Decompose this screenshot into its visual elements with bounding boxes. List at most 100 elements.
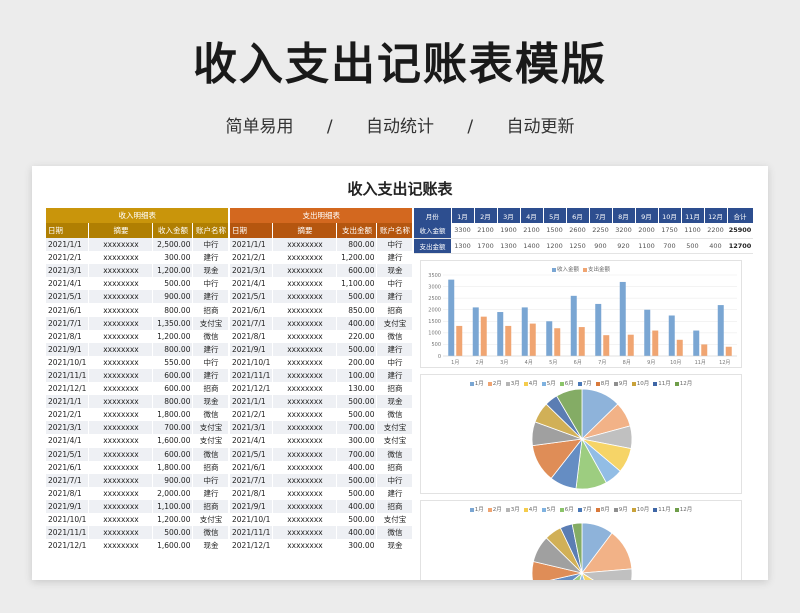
amount-cell[interactable]: 500.00 — [336, 408, 378, 422]
memo-cell[interactable]: xxxxxxxx — [272, 408, 338, 422]
table-row[interactable]: 2021/2/1 xxxxxxxx 1,800.00 微信 — [46, 408, 230, 422]
table-row[interactable]: 2021/9/1 xxxxxxxx 800.00 建行 — [46, 342, 230, 356]
table-row[interactable]: 2021/5/1 xxxxxxxx 600.00 微信 — [46, 447, 230, 461]
summary-cell[interactable]: 1300 — [451, 238, 474, 254]
date-cell[interactable]: 2021/6/1 — [46, 303, 90, 317]
summary-cell[interactable]: 2250 — [589, 223, 612, 239]
date-cell[interactable]: 2021/12/1 — [46, 382, 90, 396]
account-cell[interactable]: 支付宝 — [376, 512, 414, 527]
date-cell[interactable]: 2021/2/1 — [46, 251, 90, 265]
memo-cell[interactable]: xxxxxxxx — [272, 355, 338, 369]
table-row[interactable]: 2021/11/1 xxxxxxxx 400.00 微信 — [230, 526, 414, 540]
summary-cell[interactable]: 3300 — [451, 223, 474, 239]
account-cell[interactable]: 建行 — [192, 251, 230, 265]
date-cell[interactable]: 2021/1/1 — [46, 395, 90, 409]
amount-cell[interactable]: 900.00 — [152, 473, 194, 487]
date-cell[interactable]: 2021/10/1 — [46, 355, 90, 369]
account-cell[interactable]: 微信 — [376, 447, 414, 461]
memo-cell[interactable]: xxxxxxxx — [272, 316, 338, 330]
memo-cell[interactable]: xxxxxxxx — [88, 290, 154, 304]
bar-expense[interactable] — [578, 327, 585, 356]
date-cell[interactable]: 2021/8/1 — [230, 329, 274, 343]
amount-cell[interactable]: 700.00 — [336, 421, 378, 435]
bar-income[interactable] — [693, 330, 700, 356]
bar-expense[interactable] — [676, 339, 683, 356]
bar-expense[interactable] — [652, 330, 659, 356]
table-row[interactable]: 2021/4/1 xxxxxxxx 500.00 中行 — [46, 277, 230, 291]
date-cell[interactable]: 2021/10/1 — [230, 355, 274, 369]
date-cell[interactable]: 2021/1/1 — [46, 238, 90, 252]
date-cell[interactable]: 2021/3/1 — [230, 264, 274, 278]
memo-cell[interactable]: xxxxxxxx — [88, 460, 154, 474]
table-row[interactable]: 2021/8/1 xxxxxxxx 1,200.00 微信 — [46, 329, 230, 343]
amount-cell[interactable]: 1,600.00 — [152, 434, 194, 448]
table-row[interactable]: 2021/8/1 xxxxxxxx 2,000.00 建行 — [46, 486, 230, 500]
bar-income[interactable] — [570, 295, 577, 356]
summary-cell[interactable]: 1500 — [543, 223, 566, 239]
date-cell[interactable]: 2021/4/1 — [46, 434, 90, 448]
table-row[interactable]: 2021/4/1 xxxxxxxx 300.00 支付宝 — [230, 434, 414, 448]
summary-cell[interactable]: 3200 — [612, 223, 635, 239]
account-cell[interactable]: 中行 — [376, 277, 414, 291]
memo-cell[interactable]: xxxxxxxx — [272, 526, 338, 540]
amount-cell[interactable]: 500.00 — [152, 526, 194, 540]
table-row[interactable]: 2021/9/1 xxxxxxxx 1,100.00 招商 — [46, 499, 230, 513]
table-row[interactable]: 2021/6/1 xxxxxxxx 850.00 招商 — [230, 303, 414, 317]
account-cell[interactable]: 现金 — [376, 395, 414, 409]
account-cell[interactable]: 微信 — [192, 329, 230, 343]
table-row[interactable]: 2021/2/1 xxxxxxxx 500.00 微信 — [230, 408, 414, 422]
table-row[interactable]: 2021/12/1 xxxxxxxx 130.00 招商 — [230, 382, 414, 396]
memo-cell[interactable]: xxxxxxxx — [272, 473, 338, 487]
bar-expense[interactable] — [480, 316, 487, 356]
account-cell[interactable]: 微信 — [192, 526, 230, 540]
date-cell[interactable]: 2021/11/1 — [46, 368, 90, 383]
summary-cell[interactable]: 1100 — [635, 238, 658, 254]
amount-cell[interactable]: 400.00 — [336, 526, 378, 540]
memo-cell[interactable]: xxxxxxxx — [272, 486, 338, 500]
amount-cell[interactable]: 300.00 — [336, 434, 378, 448]
summary-total-cell[interactable]: 25900 — [727, 223, 753, 239]
memo-cell[interactable]: xxxxxxxx — [272, 368, 338, 383]
date-cell[interactable]: 2021/6/1 — [230, 303, 274, 317]
table-row[interactable]: 2021/11/1 xxxxxxxx 600.00 建行 — [46, 368, 230, 383]
summary-cell[interactable]: 1750 — [658, 223, 681, 239]
amount-cell[interactable]: 800.00 — [152, 342, 194, 356]
date-cell[interactable]: 2021/12/1 — [230, 382, 274, 396]
bar-income[interactable] — [644, 309, 651, 356]
date-cell[interactable]: 2021/7/1 — [230, 473, 274, 487]
amount-cell[interactable]: 300.00 — [336, 539, 378, 553]
memo-cell[interactable]: xxxxxxxx — [272, 512, 338, 527]
table-row[interactable]: 2021/3/1 xxxxxxxx 1,200.00 现金 — [46, 264, 230, 278]
amount-cell[interactable]: 800.00 — [152, 303, 194, 317]
amount-cell[interactable]: 300.00 — [152, 251, 194, 265]
memo-cell[interactable]: xxxxxxxx — [88, 329, 154, 343]
table-row[interactable]: 2021/11/1 xxxxxxxx 500.00 微信 — [46, 526, 230, 540]
memo-cell[interactable]: xxxxxxxx — [272, 421, 338, 435]
date-cell[interactable]: 2021/2/1 — [230, 408, 274, 422]
memo-cell[interactable]: xxxxxxxx — [88, 434, 154, 448]
table-row[interactable]: 2021/5/1 xxxxxxxx 900.00 建行 — [46, 290, 230, 304]
table-row[interactable]: 2021/8/1 xxxxxxxx 500.00 建行 — [230, 486, 414, 500]
table-row[interactable]: 2021/8/1 xxxxxxxx 220.00 微信 — [230, 329, 414, 343]
date-cell[interactable]: 2021/10/1 — [230, 512, 274, 527]
summary-cell[interactable]: 1250 — [566, 238, 589, 254]
amount-cell[interactable]: 500.00 — [336, 290, 378, 304]
memo-cell[interactable]: xxxxxxxx — [88, 303, 154, 317]
date-cell[interactable]: 2021/8/1 — [230, 486, 274, 500]
date-cell[interactable]: 2021/10/1 — [46, 512, 90, 527]
account-cell[interactable]: 现金 — [376, 539, 414, 553]
memo-cell[interactable]: xxxxxxxx — [88, 264, 154, 278]
summary-cell[interactable]: 2200 — [704, 223, 727, 239]
summary-cell[interactable]: 1900 — [497, 223, 520, 239]
memo-cell[interactable]: xxxxxxxx — [272, 277, 338, 291]
table-row[interactable]: 2021/3/1 xxxxxxxx 700.00 支付宝 — [46, 421, 230, 435]
account-cell[interactable]: 招商 — [376, 382, 414, 396]
summary-cell[interactable]: 2600 — [566, 223, 589, 239]
amount-cell[interactable]: 500.00 — [336, 342, 378, 356]
summary-cell[interactable]: 900 — [589, 238, 612, 254]
date-cell[interactable]: 2021/7/1 — [46, 473, 90, 487]
table-row[interactable]: 2021/10/1 xxxxxxxx 500.00 支付宝 — [230, 512, 414, 527]
date-cell[interactable]: 2021/5/1 — [230, 290, 274, 304]
date-cell[interactable]: 2021/9/1 — [230, 499, 274, 513]
table-row[interactable]: 2021/2/1 xxxxxxxx 300.00 建行 — [46, 251, 230, 265]
